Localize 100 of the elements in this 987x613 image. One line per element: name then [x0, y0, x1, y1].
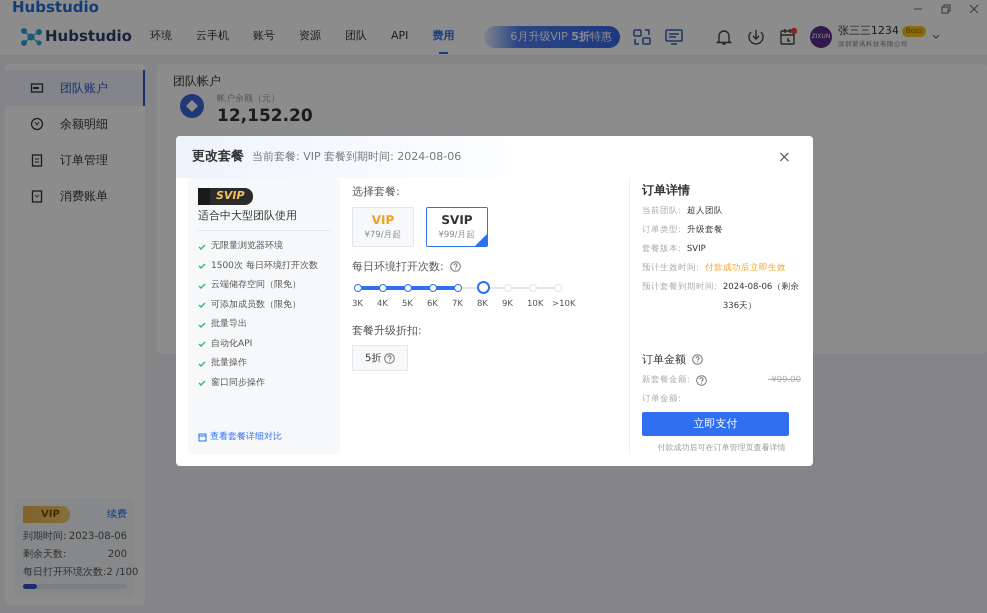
logo-icon: [20, 26, 42, 46]
app-title: Hubstudio: [12, 0, 99, 14]
feature-text: 可添加成员数（限免）: [211, 298, 301, 312]
order-value: 付款成功后立即生效: [704, 262, 786, 275]
section-label: 套餐升级折扣:: [352, 322, 423, 339]
device-icon[interactable]: [632, 26, 652, 46]
renew-link[interactable]: 续费: [107, 507, 127, 522]
order-value: 2024-08-06（剩余336天）: [722, 281, 800, 313]
nav-tab[interactable]: 云手机: [196, 18, 229, 56]
dialog-title: 更改套餐: [192, 148, 244, 166]
slider-thumb[interactable]: [477, 281, 490, 294]
nav-tab[interactable]: API: [390, 18, 408, 56]
slider-stop[interactable]: [404, 284, 412, 292]
section-label: 选择套餐:: [352, 184, 401, 200]
feature-text: 自动化API: [211, 338, 252, 350]
feature-text: 批量导出: [211, 318, 247, 331]
slider-track[interactable]: [354, 281, 562, 295]
nav-tab[interactable]: 团队: [344, 18, 367, 56]
info-label: 到期时间:: [23, 530, 66, 544]
balance-icon: [179, 93, 205, 119]
pay-note: 付款成功后可在订单管理页查看详情: [656, 442, 786, 454]
feature-text: 云端储存空间（限免）: [211, 279, 301, 292]
slider-stop[interactable]: [454, 284, 462, 292]
card-icon: [30, 81, 44, 95]
tick-label: 6K: [427, 298, 439, 311]
compare-link[interactable]: 查看套餐详细对比: [198, 430, 330, 444]
plan-option[interactable]: VIP ¥79/月起: [352, 206, 414, 246]
nav-tab[interactable]: 资源: [298, 18, 321, 56]
feature-text: 无限量浏览器环境: [211, 240, 283, 253]
order-label: 订单金额:: [642, 393, 681, 406]
sidebar-item[interactable]: 消费账单: [5, 178, 145, 214]
plan-option[interactable]: SVIP ¥99/月起: [426, 206, 488, 246]
slider-stop[interactable]: [379, 284, 387, 292]
calendar-icon[interactable]: [778, 26, 798, 46]
order-label: 套餐版本:: [642, 243, 681, 256]
tick-label: 7K: [452, 298, 464, 311]
order-label: 新套餐金额:: [642, 374, 690, 387]
feature-text: 批量操作: [211, 357, 247, 370]
clipboard-icon: [30, 153, 44, 167]
check-icon: [198, 301, 206, 310]
section-label: 每日环境打开次数:: [352, 258, 444, 274]
help-icon: [692, 354, 703, 366]
slider-stop[interactable]: [354, 284, 362, 292]
caret-icon[interactable]: [932, 34, 940, 40]
tick-label: 3K: [352, 298, 364, 311]
bill-icon: [30, 189, 44, 203]
help-icon: [450, 261, 461, 272]
svip-badge: SVIP: [198, 188, 253, 204]
plan-tagline: 适合中大型团队使用: [198, 208, 330, 231]
check-icon: [198, 379, 206, 388]
info-label: 剩余天数:: [23, 548, 66, 562]
user-name: 张三三1234: [838, 23, 899, 40]
close-icon[interactable]: [969, 4, 979, 14]
promo-banner[interactable]: 6月升级VIP 5折特惠: [484, 26, 620, 48]
page-title: 团队帐户: [173, 73, 222, 90]
check-icon: [198, 262, 206, 270]
discount-text: 5折: [365, 352, 382, 366]
check-icon: [198, 320, 206, 329]
monitor-icon[interactable]: [664, 26, 684, 46]
help-icon: [384, 352, 396, 364]
info-value: 2 /100: [106, 566, 138, 580]
vip-badge: VIP: [23, 506, 70, 523]
sidebar-item[interactable]: 订单管理: [5, 142, 145, 178]
brand-name: Hubstudio: [45, 26, 132, 48]
check-icon: [198, 360, 206, 368]
sidebar-item[interactable]: 余额明细: [5, 106, 145, 142]
tick-label: >10K: [552, 298, 577, 311]
nav-tab[interactable]: 费用: [432, 18, 454, 56]
order-label: 当前团队:: [642, 205, 681, 218]
order-label: 订单类型:: [642, 224, 681, 237]
order-value: SVIP: [686, 243, 706, 256]
amount-title: 订单金额: [642, 352, 686, 368]
tick-label: 4K: [377, 298, 389, 311]
order-value: 升级套餐: [686, 224, 723, 237]
info-value: 2023-08-06: [68, 530, 127, 544]
pay-button[interactable]: 立即支付: [642, 412, 789, 436]
slider-stop[interactable]: [429, 284, 437, 292]
info-value: 200: [108, 548, 127, 562]
close-button[interactable]: ×: [772, 144, 797, 170]
balance-label: 帐户余额（元）: [217, 93, 281, 106]
nav-tab[interactable]: 环境: [150, 18, 172, 56]
tick-label: 5K: [402, 298, 414, 311]
tick-label: 8K: [477, 298, 489, 311]
dialog-subtitle: 当前套餐: VIP 套餐到期时间: 2024-08-06: [252, 148, 462, 165]
coin-icon: [30, 117, 44, 131]
order-label: 预计套餐到期时间:: [642, 281, 717, 294]
check-icon: [198, 242, 206, 251]
sidebar-item[interactable]: 团队账户: [5, 70, 145, 106]
order-value: 超人团队: [686, 205, 723, 218]
check-icon: [198, 282, 206, 290]
info-label: 每日打开环境次数:: [23, 566, 106, 580]
restore-icon[interactable]: [941, 4, 951, 14]
order-label: 预计生效时间:: [642, 262, 699, 275]
amount-value: -¥99.00: [768, 374, 801, 387]
check-icon: [198, 340, 206, 348]
balance-amount: 12,152.20: [217, 106, 313, 126]
help-icon: [696, 375, 707, 386]
nav-tab[interactable]: 账号: [252, 18, 275, 56]
document-icon: [198, 432, 207, 442]
feature-text: 1500次 每日环境打开次数: [211, 260, 318, 272]
